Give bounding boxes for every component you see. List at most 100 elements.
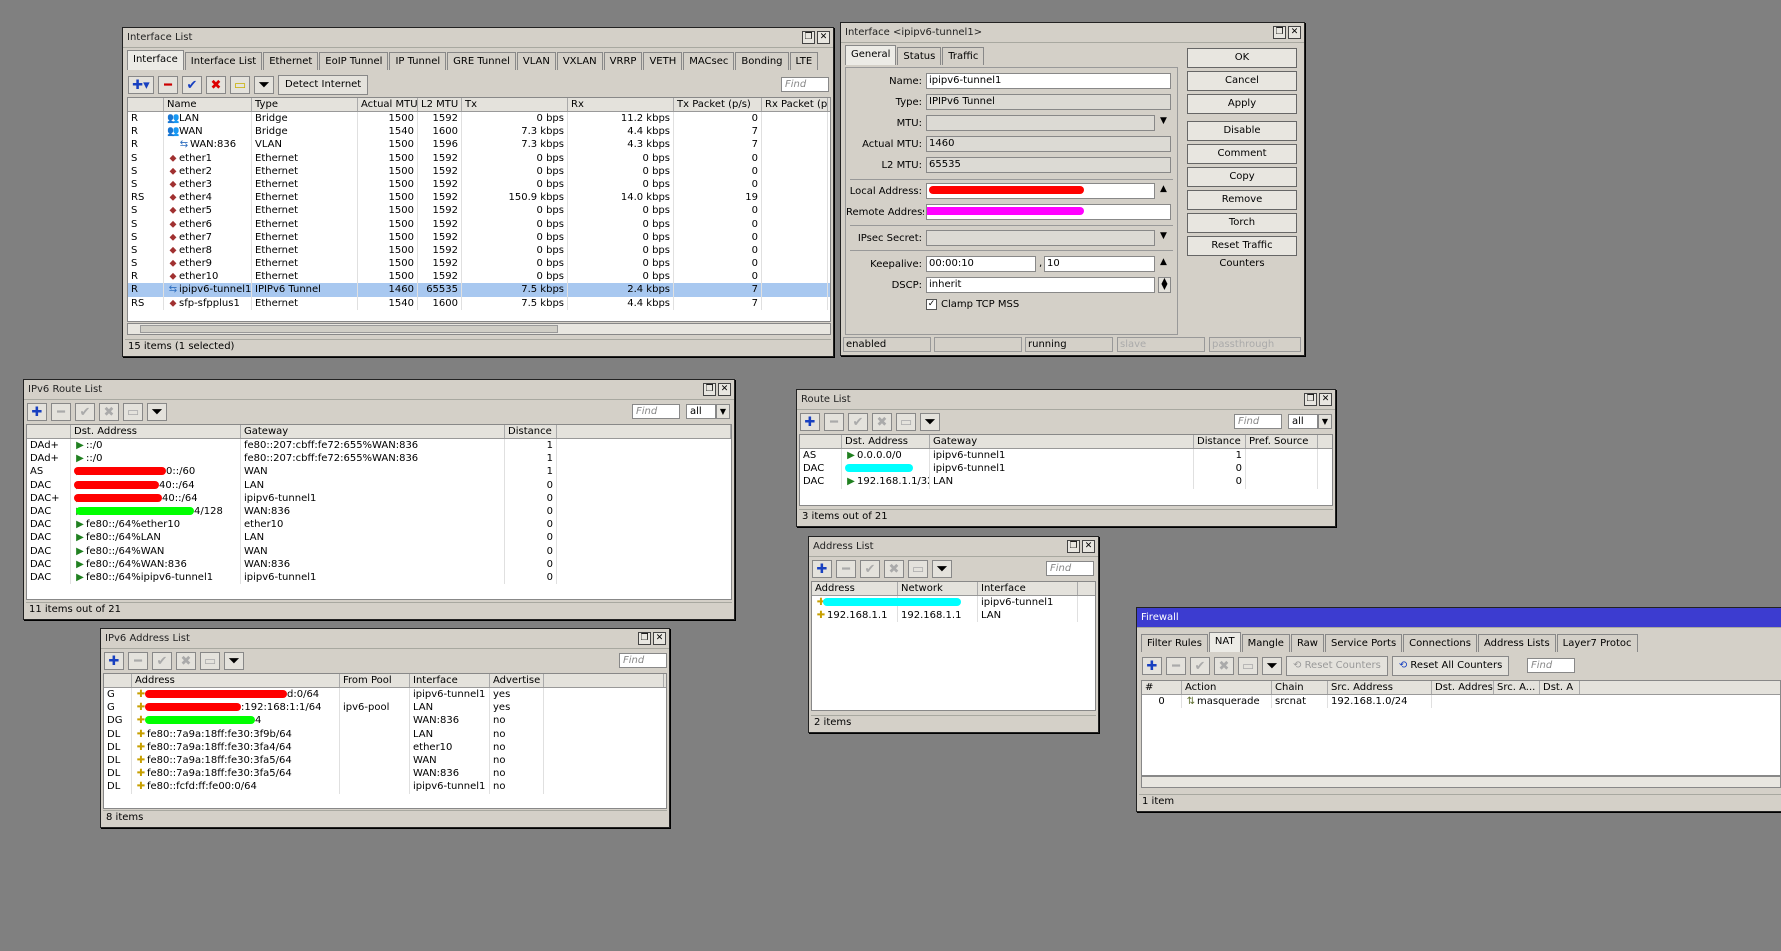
- route-list-find-input[interactable]: Find: [1234, 414, 1282, 429]
- column-header[interactable]: Type: [252, 98, 358, 111]
- table-row[interactable]: DAC ▶ fe80::/64%WAN WAN 0: [27, 544, 731, 558]
- enable-icon[interactable]: ✔: [1190, 657, 1210, 675]
- column-header[interactable]: Interface: [410, 674, 490, 687]
- table-row[interactable]: DAd+ ▶::/0 fe80::207:cbff:fe72:655%WAN:836…: [27, 452, 731, 466]
- remove-icon[interactable]: ━: [836, 560, 856, 578]
- enable-icon[interactable]: ✔: [848, 413, 868, 431]
- comment-icon[interactable]: ▭: [123, 403, 143, 421]
- table-row[interactable]: R 👥WAN Bridge 1540 1600 7.3 kbps 4.4 kbps 7: [128, 125, 830, 139]
- torch-button[interactable]: Torch: [1187, 213, 1297, 233]
- if-tab-4[interactable]: IP Tunnel: [389, 52, 447, 70]
- comment-icon[interactable]: ▭: [230, 76, 250, 94]
- keepalive-interval-input[interactable]: 00:00:10: [926, 256, 1036, 272]
- table-row[interactable]: S ⬥ ether1 Ethernet 1500 1592 0 bps 0 bps 0: [128, 151, 830, 165]
- table-row[interactable]: DAC ▶ fe80::/64%WAN:836 WAN:836 0: [27, 557, 731, 571]
- table-row[interactable]: DG ✚ 4 WAN:836 no: [104, 714, 666, 728]
- column-header[interactable]: Action: [1182, 681, 1272, 694]
- table-row[interactable]: DL ✚ fe80::7a9a:18ff:fe30:3fa4/64 ether10 no: [104, 740, 666, 754]
- det-tab-2[interactable]: Traffic: [942, 47, 985, 65]
- column-header[interactable]: From Pool: [340, 674, 410, 687]
- table-row[interactable]: G ✚ d:0/64 ipipv6-tunnel1 yes: [104, 688, 666, 702]
- column-header[interactable]: L2 MTU: [418, 98, 462, 111]
- restore-icon[interactable]: ❐: [1067, 540, 1080, 553]
- restore-icon[interactable]: ❐: [802, 31, 815, 44]
- address-list-titlebar[interactable]: Address List ❐ ✕: [809, 537, 1098, 557]
- column-header[interactable]: Chain: [1272, 681, 1328, 694]
- table-row[interactable]: DAC ipipv6-tunnel1 0: [800, 462, 1332, 476]
- table-row[interactable]: S ⬥ ether6 Ethernet 1500 1592 0 bps 0 bps 0: [128, 217, 830, 231]
- dropdown-arrow-icon[interactable]: ▼: [716, 404, 730, 419]
- dropdown-arrow-icon[interactable]: ▼: [1160, 116, 1167, 126]
- if-tab-7[interactable]: VXLAN: [556, 52, 603, 70]
- close-icon[interactable]: ✕: [1082, 540, 1095, 553]
- column-header[interactable]: Distance: [1194, 435, 1246, 448]
- column-header[interactable]: [800, 435, 842, 448]
- column-header[interactable]: Src. Address: [1328, 681, 1432, 694]
- fw-tab-2[interactable]: Mangle: [1241, 634, 1290, 652]
- column-header[interactable]: Dst. A: [1540, 681, 1580, 694]
- apply-button[interactable]: Apply: [1187, 94, 1297, 114]
- fw-tab-6[interactable]: Address Lists: [1477, 634, 1556, 652]
- remote-address-input[interactable]: [926, 204, 1171, 220]
- table-row[interactable]: S ⬥ ether5 Ethernet 1500 1592 0 bps 0 bps 0: [128, 204, 830, 218]
- restore-icon[interactable]: ❐: [1273, 26, 1286, 39]
- table-row[interactable]: R ⬥ ether10 Ethernet 1500 1592 0 bps 0 bps 0: [128, 270, 830, 284]
- table-row[interactable]: R ⇆ ipipv6-tunnel1 IPIPv6 Tunnel 1460 65535 7.…: [128, 283, 830, 297]
- reset-all-counters-button[interactable]: ⟲ Reset All Counters: [1391, 656, 1510, 676]
- table-row[interactable]: DL ✚ fe80::7a9a:18ff:fe30:3fa5/64 WAN no: [104, 753, 666, 768]
- if-tab-8[interactable]: VRRP: [603, 52, 643, 70]
- table-row[interactable]: S ⬥ ether7 Ethernet 1500 1592 0 bps 0 bps 0: [128, 230, 830, 244]
- firewall-titlebar[interactable]: Firewall: [1137, 608, 1781, 628]
- table-row[interactable]: DAC ▶ fe80::/64%ether10 ether10 0: [27, 518, 731, 532]
- table-row[interactable]: DL ✚ fe80::7a9a:18ff:fe30:3fa5/64 WAN:836 no: [104, 767, 666, 781]
- column-header[interactable]: Address: [812, 582, 898, 595]
- close-icon[interactable]: ✕: [653, 632, 666, 645]
- column-header[interactable]: [128, 98, 164, 111]
- address-list-find-input[interactable]: Find: [1046, 561, 1094, 576]
- table-row[interactable]: DL ✚ fe80::fcfd:ff:fe00:0/64 ipipv6-tunnel1…: [104, 780, 666, 794]
- ipsec-secret-input[interactable]: [926, 230, 1155, 246]
- fw-tab-5[interactable]: Connections: [1403, 634, 1477, 652]
- if-tab-0[interactable]: Interface: [127, 50, 184, 70]
- add-icon[interactable]: ✚: [800, 413, 820, 431]
- enable-icon[interactable]: ✔: [152, 652, 172, 670]
- collapse-arrow-icon[interactable]: ▲: [1160, 257, 1167, 267]
- if-tab-6[interactable]: VLAN: [516, 52, 556, 70]
- fw-tab-1[interactable]: NAT: [1208, 632, 1241, 652]
- column-header[interactable]: Tx Packet (p/s): [674, 98, 762, 111]
- remove-icon[interactable]: ━: [158, 76, 178, 94]
- comment-icon[interactable]: ▭: [896, 413, 916, 431]
- table-row[interactable]: DAC ▶ 192.168.1.1/32 LAN 0: [800, 475, 1332, 489]
- comment-icon[interactable]: ▭: [1238, 657, 1258, 675]
- table-row[interactable]: AS ▶ 0.0.0.0/0 ipipv6-tunnel1 1: [800, 449, 1332, 463]
- table-row[interactable]: DL ✚ fe80::7a9a:18ff:fe30:3f9b/64 LAN no: [104, 727, 666, 741]
- column-header[interactable]: Gateway: [241, 425, 505, 438]
- detect-internet-button[interactable]: Detect Internet: [278, 75, 369, 95]
- table-row[interactable]: R 👥LAN Bridge 1500 1592 0 bps 11.2 kbps 0: [128, 112, 830, 126]
- table-row[interactable]: DAC ▶ fe80::/64%LAN LAN 0: [27, 531, 731, 545]
- add-icon[interactable]: ✚: [104, 652, 124, 670]
- reset-counters-button[interactable]: ⟲ Reset Counters: [1286, 656, 1388, 676]
- table-row[interactable]: DAC▶4/128WAN:8360: [27, 504, 731, 519]
- column-header[interactable]: Network: [898, 582, 978, 595]
- table-row[interactable]: 0 ⇅ masquerade srcnat 192.168.1.0/24: [1142, 695, 1780, 709]
- fw-tab-0[interactable]: Filter Rules: [1141, 634, 1208, 652]
- filter-icon[interactable]: ⏷: [1262, 657, 1282, 675]
- column-header[interactable]: Rx Packet (p: [762, 98, 828, 111]
- filter-icon[interactable]: ⏷: [932, 560, 952, 578]
- cancel-button[interactable]: Cancel: [1187, 71, 1297, 91]
- ipv6-address-find-input[interactable]: Find: [619, 653, 667, 668]
- remove-icon[interactable]: ━: [51, 403, 71, 421]
- disable-icon[interactable]: ✖: [99, 403, 119, 421]
- enable-icon[interactable]: ✔: [75, 403, 95, 421]
- ipv6-route-find-input[interactable]: Find: [632, 404, 680, 419]
- remove-icon[interactable]: ━: [824, 413, 844, 431]
- close-icon[interactable]: ✕: [1288, 26, 1301, 39]
- mtu-input[interactable]: [926, 115, 1155, 131]
- keepalive-retries-input[interactable]: 10: [1044, 256, 1155, 272]
- fw-tab-7[interactable]: Layer7 Protoc: [1556, 634, 1638, 652]
- if-tab-5[interactable]: GRE Tunnel: [447, 52, 516, 70]
- column-header[interactable]: Interface: [978, 582, 1078, 595]
- copy-button[interactable]: Copy: [1187, 167, 1297, 187]
- horizontal-scrollbar[interactable]: [1141, 776, 1781, 788]
